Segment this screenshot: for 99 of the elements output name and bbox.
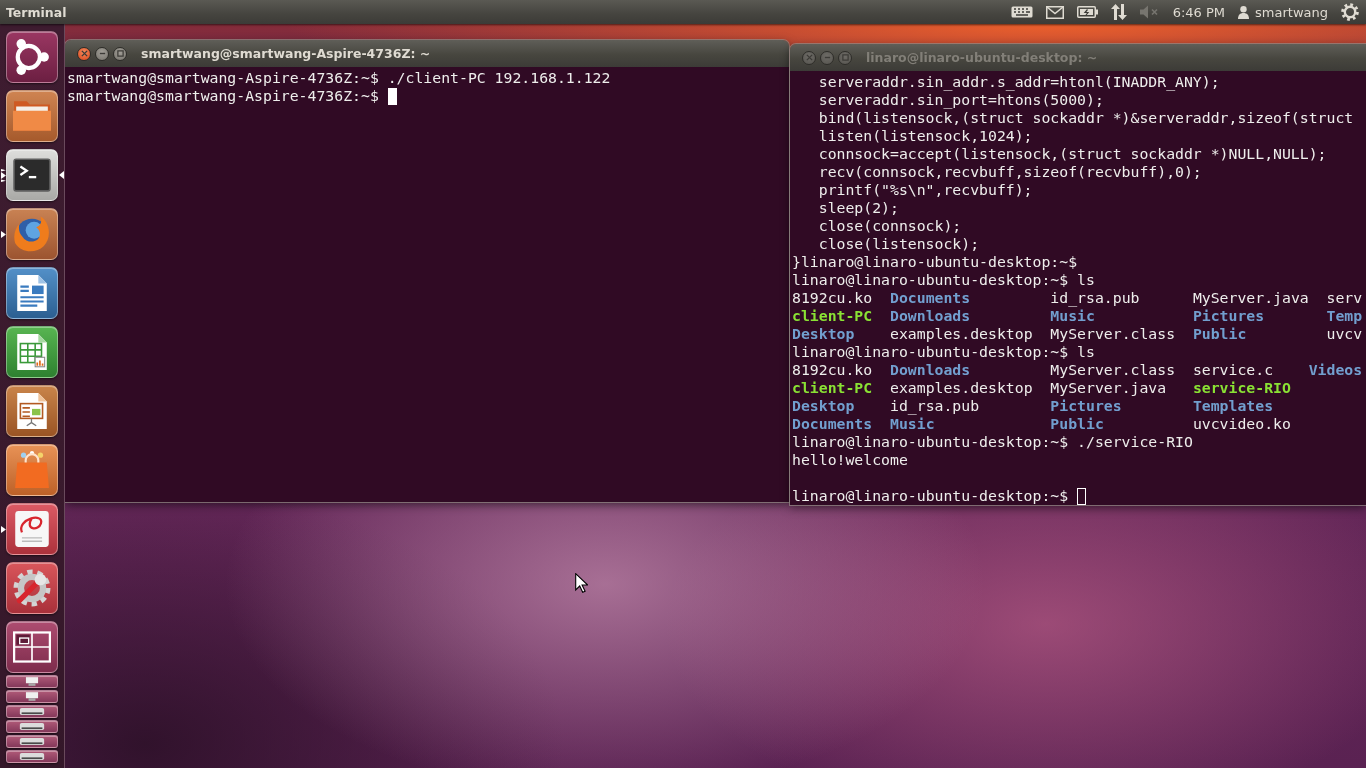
- disk-drive-icon: [19, 752, 45, 761]
- close-button[interactable]: [77, 46, 91, 61]
- directory-name: Public: [1192, 325, 1248, 343]
- launcher-button[interactable]: [6, 720, 58, 733]
- maximize-icon: [841, 54, 849, 61]
- terminal-icon: [13, 156, 51, 194]
- minimize-icon: [823, 54, 831, 61]
- text-cursor-icon: [387, 87, 397, 105]
- clock[interactable]: 6:46 PM: [1172, 4, 1226, 20]
- file-name: 8192cu.ko: [792, 289, 873, 307]
- battery-icon[interactable]: [1076, 6, 1098, 18]
- launcher-button[interactable]: [6, 675, 58, 688]
- directory-name: Downloads: [890, 307, 972, 325]
- directory-name: Pictures: [1192, 307, 1266, 325]
- gear-wrench-icon: [13, 569, 51, 607]
- shopping-bag-icon: [13, 451, 51, 489]
- file-name: id_rsa.pub: [890, 397, 981, 415]
- launcher-button[interactable]: [6, 149, 58, 201]
- file-name: service.c: [1192, 361, 1275, 379]
- launcher-button[interactable]: [6, 705, 58, 718]
- maximize-icon: [116, 50, 124, 57]
- executable-name: client-PC: [792, 307, 873, 325]
- app-name: Terminal: [6, 4, 67, 20]
- directory-name: Music: [1050, 307, 1096, 325]
- code-line: serveraddr.sin_addr.s_addr=htonl(INADDR_ANY);: [818, 73, 1220, 91]
- fox-globe-icon: [13, 215, 51, 253]
- prompt-line: smartwang@smartwang-Aspire-4736Z:~$: [67, 87, 379, 105]
- prompt-line: linaro@linaro-ubuntu-desktop:~$ ls: [792, 343, 1095, 361]
- minimize-button[interactable]: [95, 46, 109, 61]
- code-line: close(connsock);: [818, 217, 962, 235]
- file-name: MyServer.java: [1192, 289, 1309, 307]
- envelope-icon[interactable]: [1045, 5, 1064, 19]
- document-swirl-icon: [13, 510, 51, 548]
- directory-name: Desktop: [792, 397, 856, 415]
- maximize-button[interactable]: [113, 46, 127, 61]
- minimize-icon: [98, 50, 106, 57]
- user-icon[interactable]: [1238, 5, 1250, 19]
- directory-name: Desktop: [792, 325, 856, 343]
- code-line: listen(listensock,1024);: [818, 127, 1033, 145]
- directory-name: Pictures: [1050, 397, 1123, 415]
- file-name: MyServer.class: [1050, 361, 1176, 379]
- minimize-button[interactable]: [820, 50, 834, 65]
- file-name: 8192cu.ko: [792, 361, 873, 379]
- launcher-button[interactable]: [6, 735, 58, 748]
- executable-name: client-PC: [792, 379, 873, 397]
- circle-logo-icon: [13, 38, 51, 76]
- launcher-button[interactable]: [6, 267, 58, 319]
- launcher-button[interactable]: [6, 562, 58, 614]
- file-name: MyServer.class: [1050, 325, 1176, 343]
- code-line: close(listensock);: [818, 235, 980, 253]
- output-line: hello!welcome: [792, 451, 908, 469]
- file-name: uvcvideo.ko: [1192, 415, 1291, 433]
- directory-name: Documents: [890, 289, 972, 307]
- file-name: id_rsa.pub: [1050, 289, 1141, 307]
- file-name: examples.desktop: [890, 325, 1033, 343]
- code-line: bind(listensock,(struct sockaddr *)&serveraddr,sizeof(struct: [818, 109, 1354, 127]
- directory-name: Temp: [1326, 307, 1363, 325]
- file-name: serv: [1326, 289, 1363, 307]
- code-line: serveraddr.sin_port=htons(5000);: [818, 91, 1104, 109]
- file-name: uvcv: [1326, 325, 1363, 343]
- directory-name: Videos: [1308, 361, 1363, 379]
- directory-name: Music: [890, 415, 936, 433]
- mouse-pointer-icon: [575, 573, 588, 593]
- launcher-button[interactable]: [6, 31, 58, 83]
- maximize-button[interactable]: [838, 50, 852, 65]
- prompt-line: linaro@linaro-ubuntu-desktop:~$: [792, 487, 1069, 505]
- launcher-button[interactable]: [6, 621, 58, 673]
- launcher-button[interactable]: [6, 503, 58, 555]
- directory-name: Downloads: [890, 361, 972, 379]
- prompt-line: linaro@linaro-ubuntu-desktop:~$ ./service-RIO: [792, 433, 1193, 451]
- directory-name: Public: [1050, 415, 1105, 433]
- text-cursor-icon: [1077, 487, 1086, 505]
- window-title: linaro@linaro-ubuntu-desktop: ~: [866, 50, 1098, 65]
- disk-drive-icon: [19, 737, 45, 746]
- code-line: recv(connsock,recvbuff,sizeof(recvbuff),0);: [818, 163, 1202, 181]
- user-name[interactable]: smartwang: [1255, 4, 1328, 20]
- launcher-button[interactable]: [6, 750, 58, 763]
- close-icon: [80, 50, 88, 57]
- prompt-line: linaro@linaro-ubuntu-desktop:~$ ls: [792, 271, 1095, 289]
- window-title: smartwang@smartwang-Aspire-4736Z: ~: [141, 46, 431, 61]
- prompt-line: }linaro@linaro-ubuntu-desktop:~$: [792, 253, 1078, 271]
- code-line: connsock=accept(listensock,(struct sockaddr *)NULL,NULL);: [818, 145, 1327, 163]
- prompt-line: smartwang@smartwang-Aspire-4736Z:~$ ./client-PC 192.168.1.122: [67, 69, 611, 87]
- keyboard-icon[interactable]: [1010, 6, 1033, 18]
- code-line: sleep(2);: [818, 199, 899, 217]
- directory-name: Documents: [792, 415, 873, 433]
- launcher-button[interactable]: [6, 385, 58, 437]
- gear-icon[interactable]: [1341, 3, 1359, 21]
- updown-arrows-icon[interactable]: [1110, 4, 1127, 20]
- workspace-grid-icon: [13, 628, 51, 666]
- file-name: MyServer.java: [1050, 379, 1168, 397]
- launcher-button[interactable]: [6, 690, 58, 703]
- directory-name: Templates: [1192, 397, 1275, 415]
- disk-drive-icon: [19, 707, 45, 716]
- executable-name: service-RIO: [1192, 379, 1291, 397]
- close-icon: [805, 54, 813, 61]
- file-name: examples.desktop: [890, 379, 1033, 397]
- code-line: printf("%s\n",recvbuff);: [818, 181, 1033, 199]
- disk-drive-icon: [19, 722, 45, 731]
